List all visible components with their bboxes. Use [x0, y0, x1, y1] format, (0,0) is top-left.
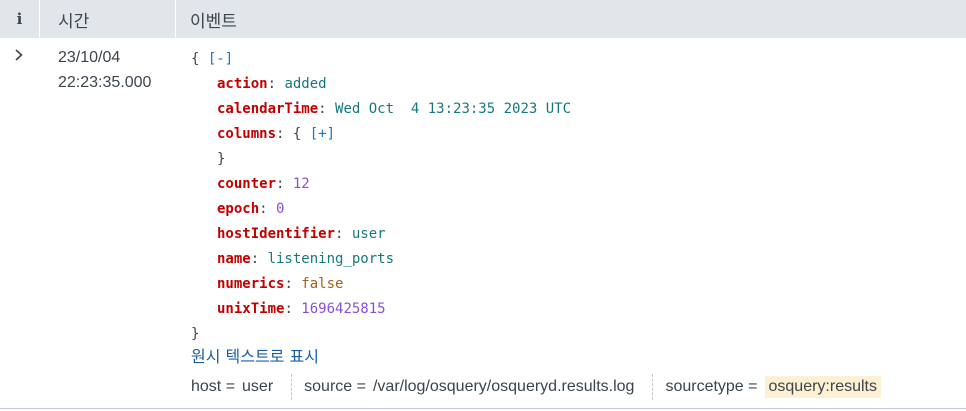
meta-field-value-highlighted[interactable]: osquery:results: [764, 376, 881, 398]
json-key[interactable]: calendarTime: [217, 101, 318, 117]
meta-field-value[interactable]: /var/log/osquery/osqueryd.results.log: [369, 376, 638, 398]
json-collapse-toggle[interactable]: [-]: [208, 51, 233, 67]
json-value[interactable]: Wed Oct 4 13:23:35 2023 UTC: [335, 101, 571, 117]
event-row: 23/10/04 22:23:35.000 { [-] action: adde…: [0, 38, 966, 409]
meta-field-name: source =: [304, 378, 366, 395]
json-key[interactable]: counter: [217, 176, 276, 192]
event-date: 23/10/04: [58, 49, 121, 66]
json-field: epoch: 0: [217, 201, 285, 217]
json-open-line: { [-]: [191, 47, 571, 72]
json-field: name: listening_ports: [217, 251, 395, 267]
json-viewer: { [-] action: added calendarTime: Wed Oc…: [191, 47, 571, 347]
meta-field-name: sourcetype =: [665, 378, 758, 395]
json-key[interactable]: unixTime: [217, 301, 284, 317]
event-column-header: 이벤트: [190, 11, 237, 32]
meta-field-source: source = /var/log/osquery/osqueryd.resul…: [304, 373, 638, 401]
json-key[interactable]: numerics: [217, 276, 284, 292]
json-key[interactable]: columns: [217, 126, 276, 142]
meta-field-name: host =: [191, 378, 236, 395]
json-value[interactable]: added: [284, 76, 326, 92]
json-object-close: }: [217, 151, 226, 167]
table-header: i 시간 이벤트: [0, 0, 966, 38]
json-value[interactable]: 1696425815: [301, 301, 385, 317]
json-value[interactable]: 0: [276, 201, 284, 217]
show-raw-text-link[interactable]: 원시 텍스트로 표시: [191, 343, 319, 367]
meta-field-sourcetype: sourcetype = osquery:results: [665, 373, 881, 401]
json-field: action: added: [217, 76, 327, 92]
json-value[interactable]: listening_ports: [268, 251, 394, 267]
json-object-open: {: [292, 126, 302, 142]
time-column-header[interactable]: 시간: [40, 0, 176, 38]
meta-field-host: host = user: [191, 373, 277, 401]
json-field: numerics: false: [217, 276, 344, 292]
json-field: unixTime: 1696425815: [217, 301, 386, 317]
json-value[interactable]: false: [301, 276, 343, 292]
json-field: calendarTime: Wed Oct 4 13:23:35 2023 UT…: [217, 101, 572, 117]
json-key[interactable]: action: [217, 76, 268, 92]
chevron-right-icon[interactable]: [12, 47, 26, 63]
json-key[interactable]: hostIdentifier: [217, 226, 335, 242]
json-value[interactable]: 12: [293, 176, 310, 192]
json-field: hostIdentifier: user: [217, 226, 386, 242]
meta-divider: [291, 374, 293, 400]
event-meta-fields: host = user source = /var/log/osquery/os…: [191, 373, 881, 401]
json-expand-toggle[interactable]: [+]: [310, 126, 335, 142]
json-field: counter: 12: [217, 176, 310, 192]
json-value[interactable]: user: [352, 226, 386, 242]
json-key[interactable]: name: [217, 251, 251, 267]
info-column-header[interactable]: i: [0, 0, 40, 38]
event-time: 22:23:35.000: [58, 74, 152, 91]
meta-divider: [652, 374, 654, 400]
json-close-brace: }: [191, 326, 200, 342]
event-timestamp: 23/10/04 22:23:35.000: [58, 45, 151, 95]
json-field: columns: { [+]: [217, 126, 336, 142]
json-object-close-line: }: [191, 147, 571, 172]
meta-field-value[interactable]: user: [238, 376, 277, 398]
json-open-brace: {: [191, 51, 200, 67]
json-key[interactable]: epoch: [217, 201, 259, 217]
